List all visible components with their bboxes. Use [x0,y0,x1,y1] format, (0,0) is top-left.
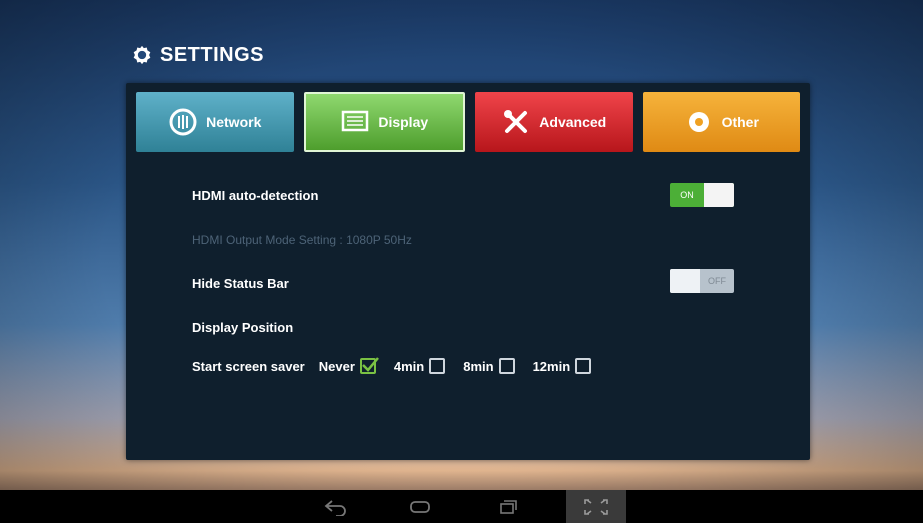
page-header: SETTINGS [132,40,264,70]
settings-tabs: Network Display Advanced Other [136,92,800,152]
option-label: 12min [532,358,571,374]
option-label: 8min [463,358,494,374]
home-button[interactable] [390,490,450,523]
gear-icon [133,45,151,65]
fullscreen-icon [584,498,608,515]
hdmi-auto-detection-toggle[interactable]: ON [670,183,734,207]
recent-apps-icon [500,499,517,514]
option-label: 4min [393,358,425,374]
option-label: Never [318,358,355,374]
screen-saver-option-12min[interactable]: 12min [533,358,592,374]
display-position-item[interactable]: Display Position [192,320,293,335]
tab-display[interactable]: Display [303,92,465,152]
hdmi-output-mode-setting[interactable]: HDMI Output Mode Setting : 1080P 50Hz [192,233,412,247]
screen-saver-option-8min[interactable]: 8min [463,358,515,374]
settings-panel: Network Display Advanced Other HDMI auto… [126,83,810,460]
tab-display-label: Display [378,114,429,130]
system-navigation-bar [0,490,923,523]
toggle-knob [704,183,734,207]
checkmark-icon [362,357,379,372]
screen-saver-option-never[interactable]: Never [318,357,379,374]
home-icon [410,500,430,513]
display-icon [342,110,369,132]
hide-status-bar-label: Hide Status Bar [192,276,289,291]
hide-status-bar-toggle[interactable]: OFF [670,269,734,293]
toggle-knob [670,269,700,293]
screen-saver-label: Start screen saver [192,358,305,374]
tab-other[interactable]: Other [642,92,800,152]
back-icon [324,499,346,516]
tab-advanced-label: Advanced [539,114,607,130]
network-icon [169,108,197,136]
tab-network[interactable]: Network [136,92,294,152]
screen-saver-row: Start screen saver Never 4min 8min 12min [192,357,609,374]
back-button[interactable] [306,490,366,523]
toggle-on-text: ON [680,190,694,200]
recent-apps-button[interactable] [478,490,538,523]
screen-saver-option-4min[interactable]: 4min [393,358,446,374]
toggle-off-text: OFF [708,276,726,286]
checkbox[interactable] [429,358,446,374]
fullscreen-button[interactable] [566,490,626,523]
checkbox-checked[interactable] [359,357,379,374]
tab-advanced[interactable]: Advanced [475,92,633,152]
checkbox[interactable] [575,358,592,374]
tools-icon [504,110,528,133]
other-icon [688,112,709,132]
page-title: SETTINGS [160,43,265,66]
tab-network-label: Network [206,114,262,130]
checkbox[interactable] [498,358,515,374]
tab-other-label: Other [721,114,759,130]
hdmi-auto-detection-label: HDMI auto-detection [192,188,319,203]
